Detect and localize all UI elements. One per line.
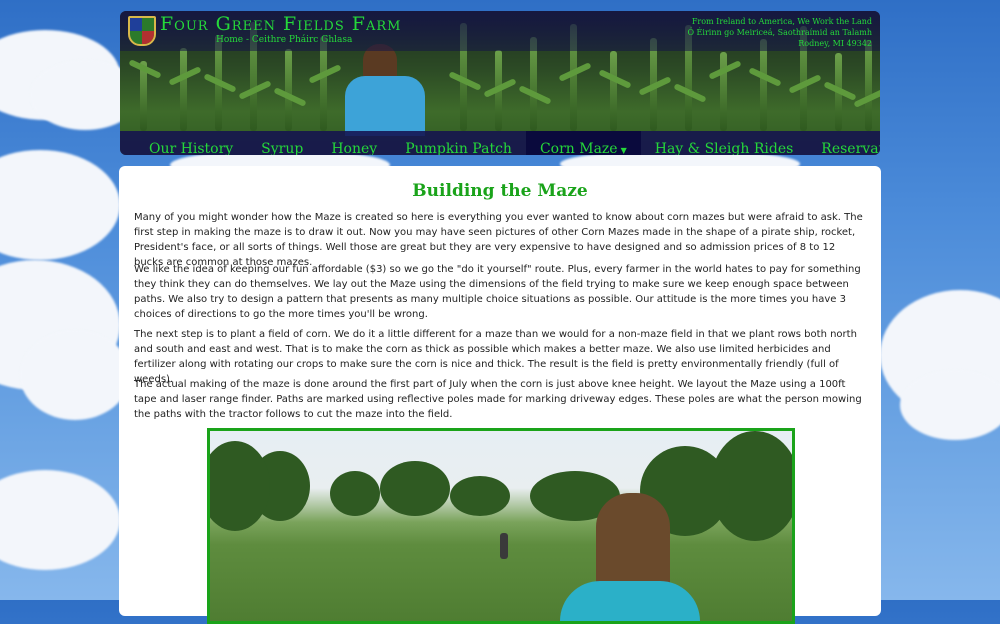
tree (330, 471, 380, 516)
crest-icon[interactable] (128, 16, 156, 46)
cloud (900, 370, 1000, 440)
nav-item-corn-maze[interactable]: Corn Maze ▼ (525, 131, 641, 155)
cloud (0, 150, 120, 260)
paragraph: Many of you might wonder how the Maze is… (134, 212, 863, 268)
page-title: Building the Maze (412, 181, 588, 201)
main-nav: Our History Syrup Honey Pumpkin Patch Co… (120, 131, 880, 155)
corn-stalk (180, 48, 187, 131)
corn-stalk (530, 37, 537, 131)
nav-item-pumpkin-patch[interactable]: Pumpkin Patch (391, 131, 526, 155)
maze-field-photo (207, 428, 795, 624)
nav-item-honey[interactable]: Honey (317, 131, 391, 155)
caret-down-icon: ▼ (620, 146, 627, 155)
site-tagline: From Ireland to America, We Work the Lan… (687, 16, 872, 49)
photo-person-distant (500, 533, 508, 559)
tree (210, 441, 270, 531)
tagline-line: Rodney, MI 49342 (798, 39, 872, 48)
cloud (0, 470, 120, 570)
title-bar: Four Green Fields Farm Home - Ceithre Ph… (120, 11, 880, 51)
nav-item-syrup[interactable]: Syrup (247, 131, 317, 155)
cloud (20, 330, 130, 420)
nav-item-reservations-events[interactable]: Reservations & Events (807, 131, 880, 155)
photo-person-hair (596, 493, 670, 593)
nav-item-hay-sleigh-rides[interactable]: Hay & Sleigh Rides (641, 131, 808, 155)
site-subtitle[interactable]: Home - Ceithre Pháirc Ghlasa (216, 35, 352, 45)
corn-stalk (720, 52, 727, 131)
paragraph: We like the idea of keeping our fun affo… (134, 264, 861, 320)
corn-stalk (610, 51, 617, 131)
tree (450, 476, 510, 516)
tagline-line: From Ireland to America, We Work the Lan… (691, 17, 872, 26)
photo-person-shirt (560, 581, 700, 621)
main-content: Building the Maze Many of you might wond… (119, 166, 881, 624)
nav-item-our-history[interactable]: Our History (135, 131, 247, 155)
corn-stalk (760, 39, 767, 131)
nav-item-label: Corn Maze (539, 141, 618, 155)
tree (380, 461, 450, 516)
paragraph: The actual making of the maze is done ar… (134, 379, 862, 420)
site-title[interactable]: Four Green Fields Farm (160, 13, 401, 35)
corn-stalk (865, 40, 872, 131)
banner-person (345, 44, 425, 136)
site-header: Four Green Fields Farm Home - Ceithre Ph… (120, 11, 880, 155)
tagline-line: Ó Éirinn go Meiriceá, Saothraímid an Tal… (687, 28, 872, 37)
corn-stalk (285, 49, 292, 131)
